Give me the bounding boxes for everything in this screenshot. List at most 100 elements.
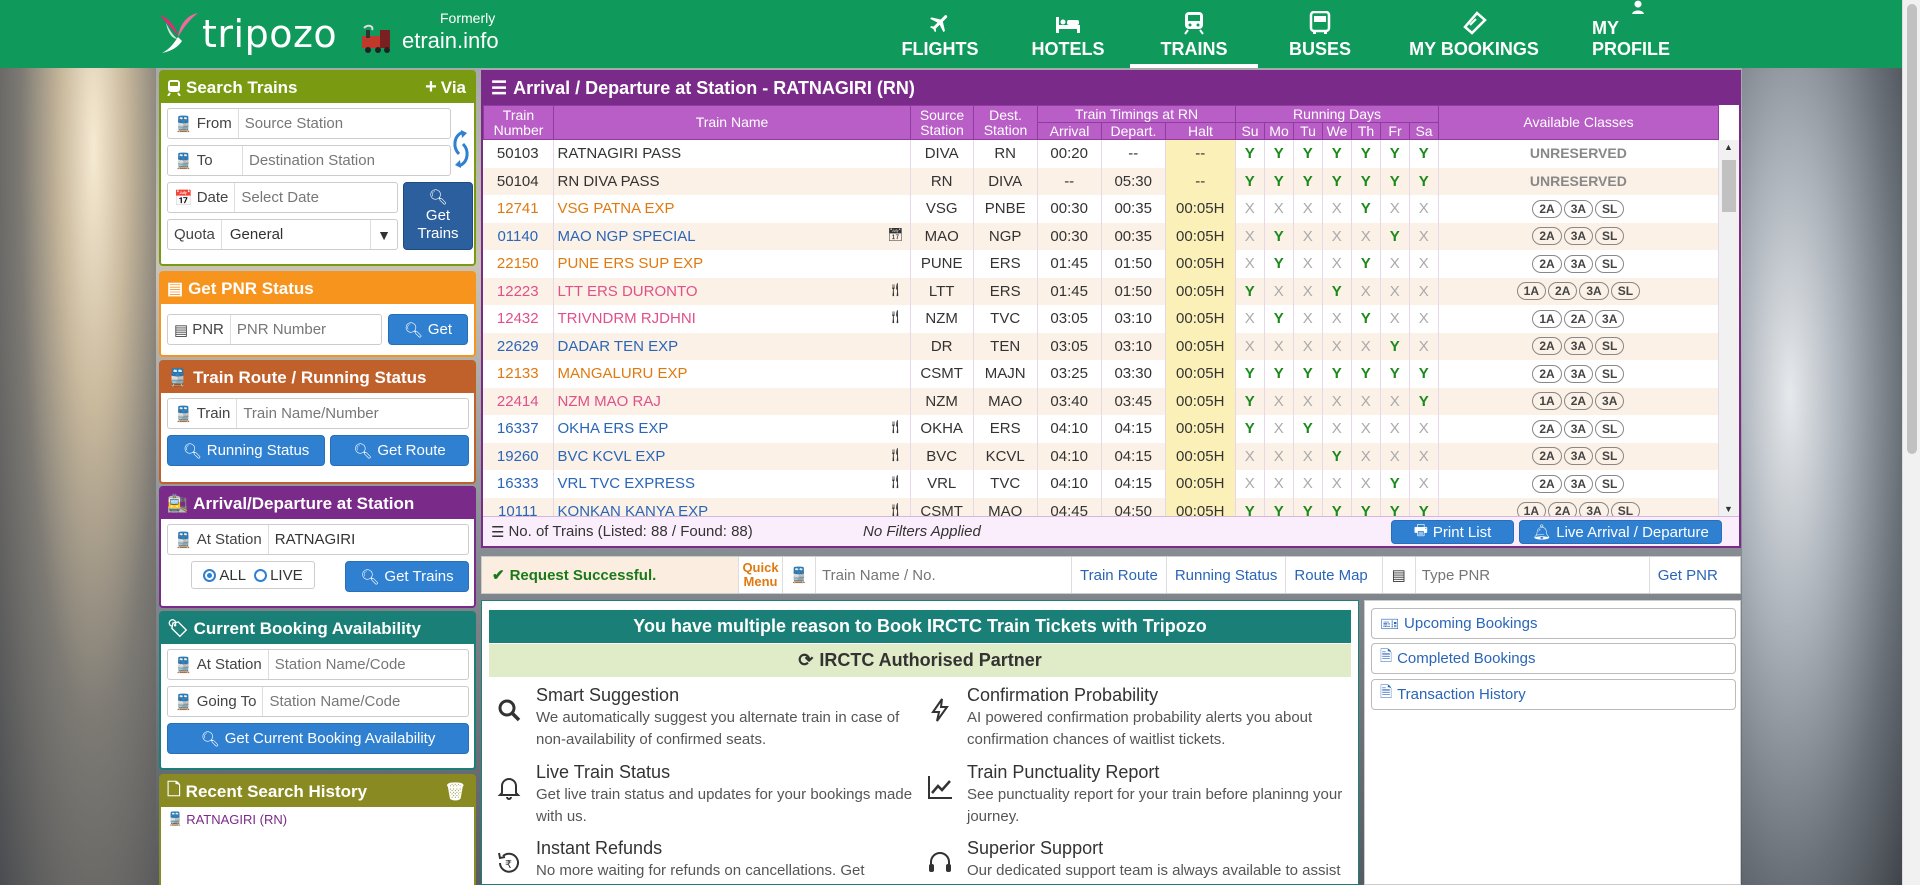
train-name-link[interactable]: VRL TVC EXPRESS [558,475,696,492]
train-number-cell[interactable]: 12741 [483,195,554,223]
col-dest[interactable]: Dest. Station [973,105,1038,140]
pnr-input[interactable] [230,315,381,344]
table-scrollbar-thumb[interactable] [1722,160,1736,212]
from-input[interactable] [238,109,439,138]
print-list-button[interactable]: 🖶 Print List [1391,520,1514,544]
table-row[interactable]: 19260 BVC KCVL EXP 🍴︎ BVC KCVL 04:10 04:15 00:0… [483,442,1719,470]
class-badge[interactable]: 3A [1595,309,1625,328]
train-number-cell[interactable]: 22629 [483,332,554,360]
class-badge[interactable]: 2A [1532,227,1562,246]
live-arrival-departure-button[interactable]: 🔔︎ Live Arrival / Departure [1519,520,1722,544]
train-number-cell[interactable]: 12223 [483,277,554,305]
history-item[interactable]: 🚆 RATNAGIRI (RN) [167,811,468,827]
train-name-link[interactable]: MAO NGP SPECIAL [558,228,696,245]
upcoming-bookings-link[interactable]: 🎫︎ Upcoming Bookings [1371,608,1736,639]
avail-going-input[interactable] [263,687,454,716]
chevron-down-icon[interactable]: ▼ [370,220,397,249]
class-badge[interactable]: 2A [1548,282,1578,301]
trash-icon[interactable]: 🗑 [444,782,466,802]
scroll-up-icon[interactable]: ▲ [1724,142,1733,152]
train-number-cell[interactable]: 01140 [483,222,554,250]
class-badge[interactable]: 3A [1563,419,1594,438]
tripozo-logo[interactable]: tripozo [156,8,337,60]
class-badge[interactable]: 1A [1532,309,1562,328]
train-name-link[interactable]: BVC KCVL EXP [558,448,666,465]
table-row[interactable]: 10111 KONKAN KANYA EXP 🍴︎ CSMT MAO 04:45 04:50… [483,497,1719,516]
class-badge[interactable]: 2A [1532,199,1562,218]
table-row[interactable]: 12133 MANGALURU EXP CSMT MAJN 03:25 03:30 00:0… [483,360,1719,388]
quick-running-status-link[interactable]: Running Status [1165,557,1286,593]
quota-select[interactable]: General [222,226,370,243]
table-row[interactable]: 22150 PUNE ERS SUP EXP PUNE ERS 01:45 01:50 00… [483,250,1719,278]
class-badge[interactable]: 2A [1563,392,1594,411]
table-row[interactable]: 12223 LTT ERS DURONTO 🍴︎ LTT ERS 01:45 01:50 00… [483,277,1719,305]
nav-my-profile[interactable]: MY PROFILE [1566,0,1710,68]
radio-live[interactable]: LIVE [254,567,303,584]
class-badge[interactable]: SL [1595,474,1625,493]
train-name-link[interactable]: RATNAGIRI PASS [558,145,682,162]
class-badge[interactable]: SL [1595,364,1625,383]
class-badge[interactable]: SL [1595,419,1625,438]
col-train-number[interactable]: Train Number [483,105,554,140]
swap-stations-icon[interactable] [451,128,471,170]
completed-bookings-link[interactable]: 🗎 Completed Bookings [1371,643,1736,674]
get-pnr-button[interactable]: 🔍︎ Get [387,314,468,345]
radio-all[interactable]: ALL [203,567,246,584]
table-row[interactable]: 01140 MAO NGP SPECIAL 📅︎ MAO NGP 00:30 00:35 00… [483,222,1719,250]
class-badge[interactable]: 3A [1579,282,1609,301]
table-row[interactable]: 50103 RATNAGIRI PASS DIVA RN 00:20 -- -- Y Y Y Y Y Y… [483,140,1719,168]
class-badge[interactable]: 2A [1563,309,1594,328]
get-trains-button[interactable]: 🔍︎ Get Trains [403,182,473,250]
col-depart[interactable]: Depart. [1101,122,1166,140]
train-name-link[interactable]: VSG PATNA EXP [558,200,675,217]
nav-buses[interactable]: BUSES [1258,0,1382,68]
nav-trains[interactable]: TRAINS [1130,0,1258,68]
class-badge[interactable]: 3A [1579,502,1609,516]
class-badge[interactable]: 2A [1532,419,1562,438]
nav-my-bookings[interactable]: MY BOOKINGS [1382,0,1566,68]
nav-hotels[interactable]: HOTELS [1006,0,1130,68]
date-input[interactable] [235,183,386,212]
class-badge[interactable]: 3A [1563,447,1594,466]
table-row[interactable]: 12741 VSG PATNA EXP VSG PNBE 00:30 00:35 00:05… [483,195,1719,223]
train-number-cell[interactable]: 12432 [483,305,554,333]
train-name-link[interactable]: MANGALURU EXP [558,365,688,382]
train-name-link[interactable]: OKHA ERS EXP [558,420,669,437]
class-badge[interactable]: SL [1595,199,1625,218]
nav-flights[interactable]: FLIGHTS [874,0,1006,68]
avail-at-input[interactable] [268,650,459,679]
col-train-name[interactable]: Train Name [553,105,911,140]
col-arrival[interactable]: Arrival [1037,122,1102,140]
class-badge[interactable]: SL [1595,337,1625,356]
train-number-cell[interactable]: 16337 [483,415,554,443]
class-badge[interactable]: 2A [1532,337,1562,356]
table-row[interactable]: 12432 TRIVNDRM RJDHNI 🍴︎ NZM TVC 03:05 03:10 00… [483,305,1719,333]
page-scrollbar[interactable] [1902,0,1920,885]
train-number-cell[interactable]: 22414 [483,387,554,415]
train-name-link[interactable]: TRIVNDRM RJDHNI [558,310,696,327]
get-route-button[interactable]: 🔍︎ Get Route [330,435,469,466]
table-row[interactable]: 16333 VRL TVC EXPRESS 🍴︎ VRL TVC 04:10 04:15 00… [483,470,1719,498]
class-badge[interactable]: SL [1610,502,1641,516]
class-badge[interactable]: 2A [1532,474,1562,493]
train-number-cell[interactable]: 19260 [483,442,554,470]
class-badge[interactable]: 3A [1563,474,1594,493]
train-number-cell[interactable]: 50104 [483,167,554,195]
class-badge[interactable]: 3A [1563,227,1594,246]
col-source[interactable]: Source Station [910,105,974,140]
quick-pnr-input[interactable] [1415,558,1649,592]
running-status-button[interactable]: 🔍︎ Running Status [167,435,325,466]
train-number-cell[interactable]: 10111 [483,497,554,516]
train-name-link[interactable]: RN DIVA PASS [558,173,660,190]
quick-route-map-link[interactable]: Route Map [1285,557,1375,593]
to-input[interactable] [243,146,443,175]
at-station-input[interactable] [268,525,459,554]
train-number-cell[interactable]: 16333 [483,470,554,498]
train-name-link[interactable]: KONKAN KANYA EXP [558,503,709,516]
class-badge[interactable]: 1A [1516,502,1547,516]
class-badge[interactable]: SL [1595,254,1625,273]
table-row[interactable]: 22414 NZM MAO RAJ NZM MAO 03:40 03:45 00:05H Y X… [483,387,1719,415]
class-badge[interactable]: 3A [1595,392,1625,411]
scroll-down-icon[interactable]: ▼ [1724,504,1733,514]
train-number-cell[interactable]: 22150 [483,250,554,278]
